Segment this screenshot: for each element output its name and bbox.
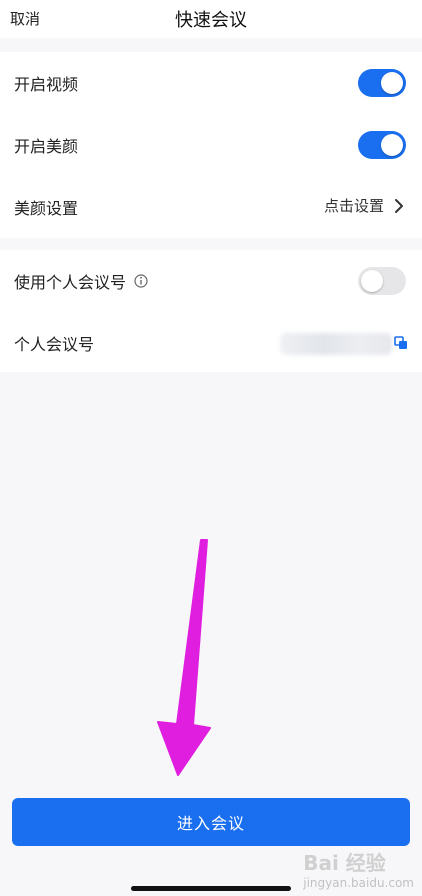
annotation-arrow-icon (157, 539, 211, 776)
info-icon[interactable] (134, 274, 148, 288)
video-row: 开启视频 (0, 52, 422, 114)
toggle-knob (381, 134, 403, 156)
personal-id-label: 个人会议号 (14, 335, 95, 354)
use-personal-id-row: 使用个人会议号 (0, 250, 422, 312)
personal-id-group: 使用个人会议号 个人会议号 (0, 250, 422, 372)
beauty-settings-label: 美颜设置 (14, 199, 79, 218)
video-label: 开启视频 (14, 75, 79, 94)
beauty-settings-value: 点击设置 (323, 197, 384, 215)
watermark: Bai 经验 jingyan.baidu.com (303, 847, 414, 890)
chevron-right-icon (395, 199, 403, 213)
use-personal-id-label: 使用个人会议号 (14, 273, 127, 292)
home-indicator (131, 886, 291, 891)
toggle-knob (361, 270, 383, 292)
header: 取消 快速会议 (0, 0, 422, 38)
beauty-label: 开启美颜 (14, 137, 79, 156)
watermark-logo: Bai 经验 (303, 851, 386, 875)
copy-icon[interactable] (394, 336, 408, 350)
use-personal-id-toggle[interactable] (358, 267, 406, 295)
page-title: 快速会议 (175, 10, 247, 31)
toggle-knob (381, 72, 403, 94)
beauty-toggle[interactable] (358, 131, 406, 159)
video-toggle[interactable] (358, 69, 406, 97)
watermark-url: jingyan.baidu.com (303, 876, 414, 890)
beauty-settings-row[interactable]: 美颜设置 点击设置 (0, 176, 422, 238)
personal-id-value-blurred (280, 333, 392, 355)
beauty-row: 开启美颜 (0, 114, 422, 176)
media-settings-group: 开启视频 开启美颜 美颜设置 点击设置 (0, 52, 422, 238)
enter-meeting-button[interactable]: 进入会议 (12, 798, 410, 846)
personal-id-row: 个人会议号 (0, 312, 422, 374)
